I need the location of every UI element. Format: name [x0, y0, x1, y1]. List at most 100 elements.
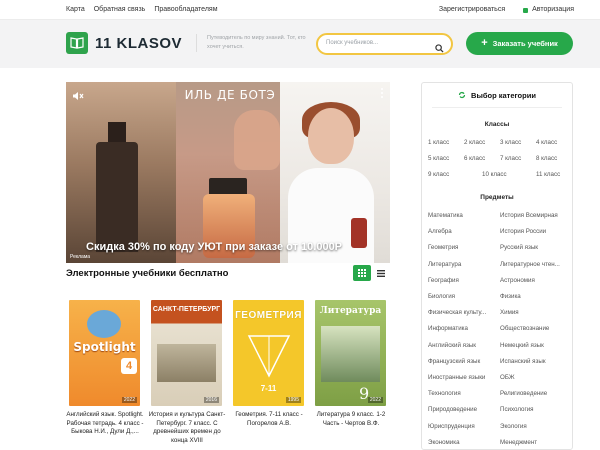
search-placeholder: Поиск учебников...: [326, 40, 379, 46]
subject-link[interactable]: Русский язык: [500, 244, 568, 251]
subject-link[interactable]: Литература: [428, 261, 496, 268]
link-feedback[interactable]: Обратная связь: [94, 6, 146, 13]
cover-title: ГЕОМЕТРИЯ: [235, 310, 302, 321]
link-map[interactable]: Карта: [66, 6, 85, 13]
subject-link[interactable]: Менеджмент: [500, 439, 568, 446]
cover-grade: 4: [121, 358, 137, 374]
mute-icon[interactable]: [72, 88, 84, 106]
class-link[interactable]: 10 класс: [482, 171, 507, 178]
cover-title: Spotlight: [73, 340, 136, 354]
subject-link[interactable]: Английский язык: [428, 342, 496, 349]
sync-icon: [458, 91, 466, 99]
book-cover[interactable]: Spotlight 4 2022: [69, 300, 140, 406]
lock-icon: [523, 8, 529, 13]
book-cover[interactable]: Литература 9 2022: [315, 300, 386, 406]
search-icon[interactable]: [435, 40, 444, 58]
cover-year: 2016: [203, 397, 219, 403]
subject-link[interactable]: Биология: [428, 293, 496, 300]
logo-text: 11 KLASOV: [95, 34, 183, 52]
subject-link[interactable]: Информатика: [428, 325, 496, 332]
subject-link[interactable]: Немецкий язык: [500, 342, 568, 349]
subject-link[interactable]: Геометрия: [428, 244, 496, 251]
subject-link[interactable]: История Всемирная: [500, 212, 568, 219]
search-input[interactable]: Поиск учебников...: [316, 33, 453, 55]
book-title[interactable]: Английский язык. Spotlight. Рабочая тетр…: [66, 411, 144, 437]
cover-year: 1995: [285, 397, 301, 403]
red-bottle: [351, 218, 367, 248]
class-link[interactable]: 3 класс: [500, 139, 521, 146]
link-copyright-holders[interactable]: Правообладателям: [154, 6, 217, 13]
ad-label: Реклама: [70, 254, 91, 260]
cover-year: 2022: [367, 397, 383, 403]
subject-link[interactable]: Французский язык: [428, 358, 496, 365]
subject-link[interactable]: Испанский язык: [500, 358, 568, 365]
cover-title: САНКТ-ПЕТЕРБУРГ: [152, 306, 221, 313]
class-link[interactable]: 1 класс: [428, 139, 449, 146]
subject-link[interactable]: Религиоведение: [500, 390, 568, 397]
subject-link[interactable]: Психология: [500, 406, 568, 413]
grid-icon: [358, 269, 366, 277]
book-title[interactable]: Геометрия. 7-11 класс - Погорелов А.В.: [230, 411, 308, 428]
subject-link[interactable]: Физика: [500, 293, 568, 300]
subject-link[interactable]: География: [428, 277, 496, 284]
class-link[interactable]: 4 класс: [536, 139, 557, 146]
book-cover[interactable]: САНКТ-ПЕТЕРБУРГ 2016: [151, 300, 222, 406]
divider: [432, 107, 562, 108]
hand-image: [234, 110, 280, 170]
more-options-icon[interactable]: [381, 88, 384, 100]
subject-link[interactable]: ОБЖ: [500, 374, 568, 381]
order-textbook-button[interactable]: + Заказать учебник: [466, 32, 573, 55]
sidebar-header: Выбор категории: [422, 83, 572, 107]
book-icon: [66, 32, 88, 54]
subject-link[interactable]: Технология: [428, 390, 496, 397]
cover-title: Литература: [319, 306, 382, 316]
list-icon: [377, 269, 385, 277]
class-link[interactable]: 2 класс: [464, 139, 485, 146]
subject-link[interactable]: Астрономия: [500, 277, 568, 284]
subject-link[interactable]: История России: [500, 228, 568, 235]
subject-link[interactable]: Химия: [500, 309, 568, 316]
subject-link[interactable]: Экология: [500, 423, 568, 430]
site-header: 11 KLASOV Путеводитель по миру знаний. Т…: [0, 20, 600, 68]
list-view-button[interactable]: [373, 265, 389, 281]
class-link[interactable]: 7 класс: [500, 155, 521, 162]
banner-brand: ИЛЬ ДЕ БОТЭ: [184, 88, 276, 102]
class-link[interactable]: 8 класс: [536, 155, 557, 162]
register-link[interactable]: Зарегистрироваться: [439, 6, 505, 13]
cover-illustration: [157, 344, 216, 382]
subject-link[interactable]: Математика: [428, 212, 496, 219]
subject-link[interactable]: Алгебра: [428, 228, 496, 235]
top-bar: Карта Обратная связь Правообладателям За…: [0, 0, 600, 20]
book-title[interactable]: Литература 9 класс. 1-2 Часть - Чертов В…: [312, 411, 390, 428]
subject-link[interactable]: Юриспруденция: [428, 423, 496, 430]
book-cover[interactable]: ГЕОМЕТРИЯ 7-11 1995: [233, 300, 304, 406]
subject-link[interactable]: Обществознание: [500, 325, 568, 332]
top-links: Карта Обратная связь Правообладателям: [66, 6, 218, 13]
section-title: Электронные учебники бесплатно: [66, 268, 229, 279]
tagline: Путеводитель по миру знаний. Тот, кто хо…: [196, 34, 306, 52]
subject-link[interactable]: Физическая культу...: [428, 309, 496, 316]
class-link[interactable]: 9 класс: [428, 171, 449, 178]
classes-heading: Классы: [484, 121, 510, 128]
login-label: Авторизация: [532, 6, 574, 13]
cover-year: 2022: [121, 397, 137, 403]
subject-link[interactable]: Природоведение: [428, 406, 496, 413]
subject-link[interactable]: Экономика: [428, 439, 496, 446]
book-title[interactable]: История и культура Санкт-Петербург. 7 кл…: [148, 411, 226, 445]
banner-promo-text: Скидка 30% по коду УЮТ при заказе от 10.…: [86, 241, 343, 253]
sidebar-title: Выбор категории: [471, 90, 536, 100]
order-button-label: Заказать учебник: [492, 39, 558, 48]
perfume-bottle: [96, 142, 138, 252]
triangle-illustration: [247, 335, 291, 378]
login-link[interactable]: Авторизация: [523, 6, 574, 13]
site-logo[interactable]: 11 KLASOV: [66, 32, 182, 54]
grid-view-button[interactable]: [353, 265, 371, 281]
subject-link[interactable]: Иностранные языки: [428, 374, 496, 381]
subjects-heading: Предметы: [480, 194, 514, 201]
subject-link[interactable]: Литературное чтен...: [500, 261, 568, 268]
category-sidebar: Выбор категории Классы 1 класс 2 класс 3 к…: [421, 82, 573, 450]
class-link[interactable]: 11 класс: [536, 171, 560, 178]
class-link[interactable]: 5 класс: [428, 155, 449, 162]
class-link[interactable]: 6 класс: [464, 155, 485, 162]
ad-banner[interactable]: ИЛЬ ДЕ БОТЭ Скидка 30% по коду УЮТ при з…: [66, 82, 390, 263]
